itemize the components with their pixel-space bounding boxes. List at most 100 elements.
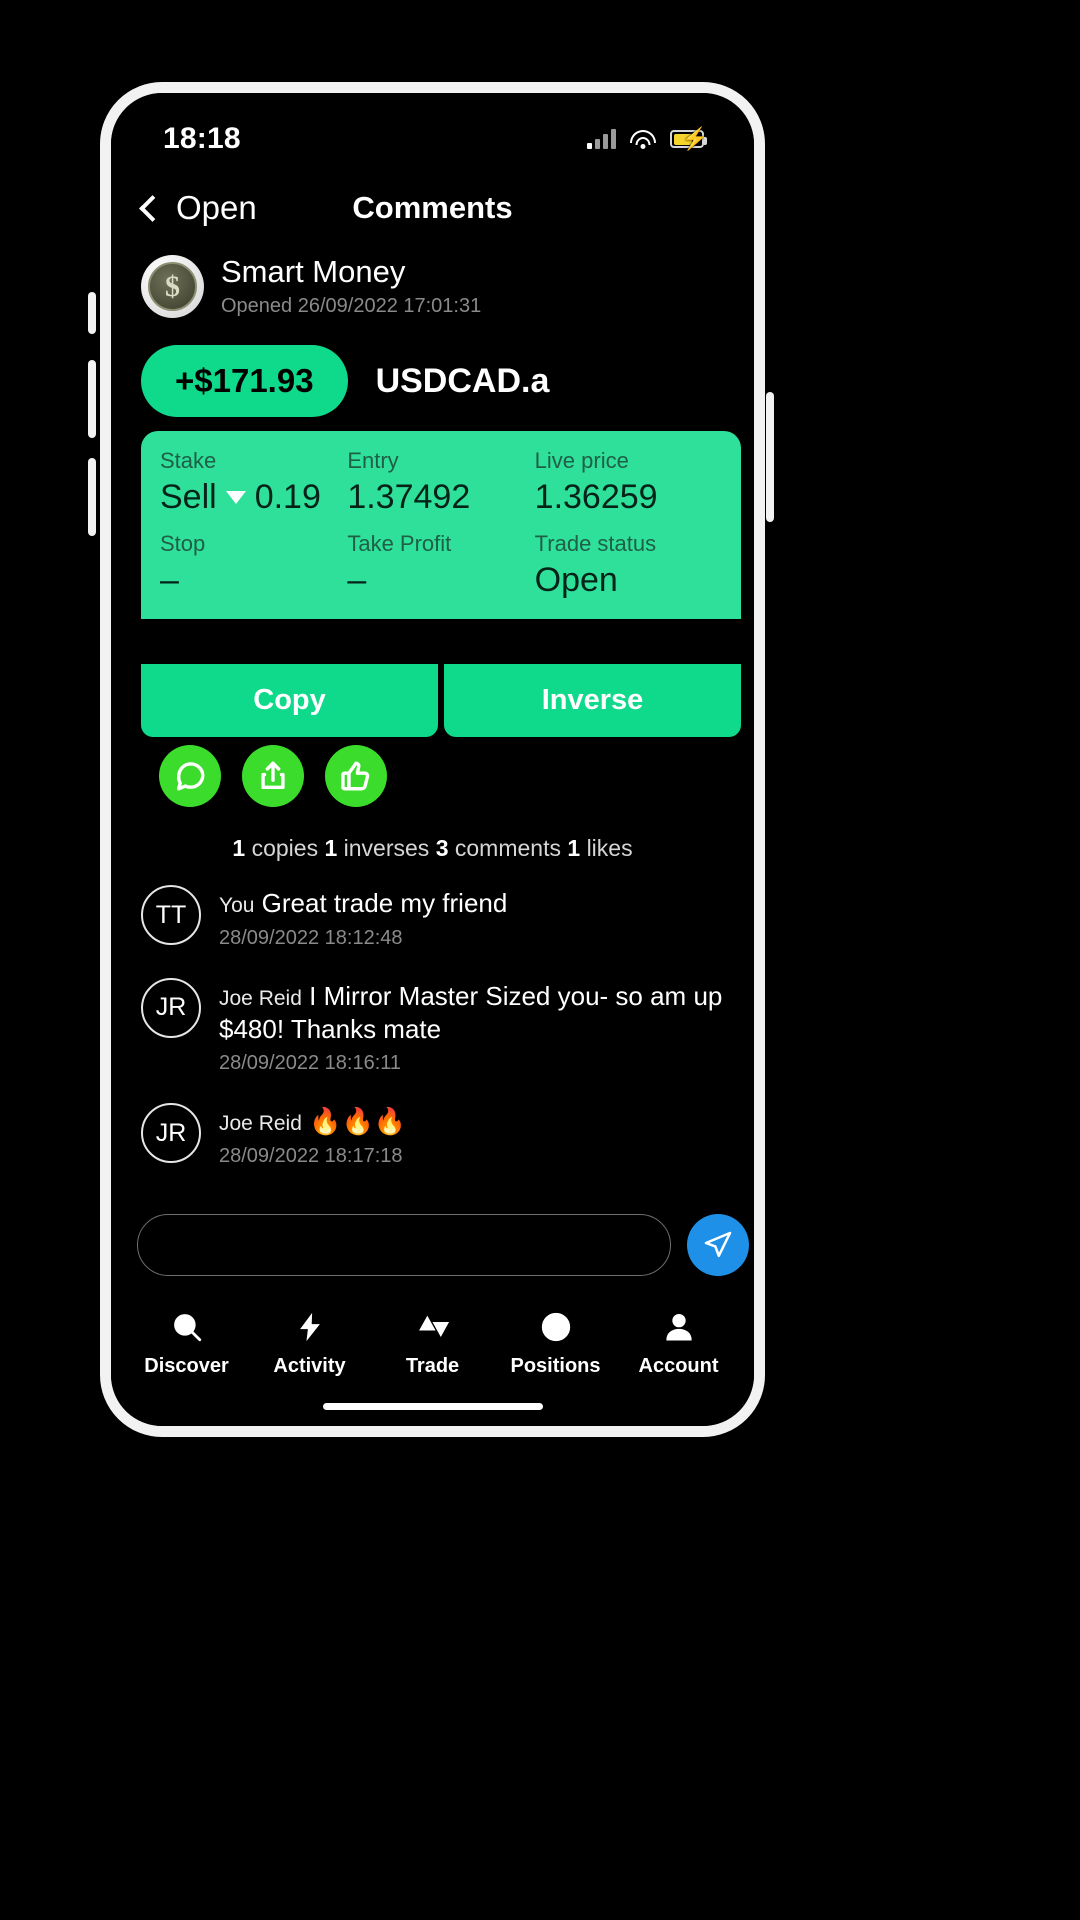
comment-timestamp: 28/09/2022 18:12:48 — [219, 926, 403, 949]
tab-discover[interactable]: Discover — [128, 1309, 246, 1378]
status-icons: ⚡ — [587, 128, 708, 150]
entry-cell: Entry 1.37492 — [347, 448, 534, 517]
comment-item[interactable]: JR Joe Reid 🔥🔥🔥 28/09/2022 18:17:18 — [141, 1103, 741, 1168]
inverses-count: 1 — [324, 835, 338, 861]
reaction-buttons — [159, 745, 387, 807]
like-button[interactable] — [325, 745, 387, 807]
send-paper-plane-icon — [704, 1231, 732, 1258]
bottom-tab-bar: Discover Activity Trade Positions Accoun… — [111, 1309, 754, 1378]
phone-silent-switch[interactable] — [88, 292, 96, 334]
page-title: Comments — [352, 190, 513, 225]
comment-item[interactable]: JR Joe Reid I Mirror Master Sized you- s… — [141, 977, 741, 1076]
trade-status-value: Open — [534, 561, 618, 599]
stake-cell: Stake Sell 0.19 — [160, 448, 347, 517]
person-icon — [662, 1309, 696, 1345]
stake-value: Sell 0.19 — [160, 478, 347, 517]
pnl-badge: +$171.93 — [141, 345, 348, 417]
comment-input[interactable] — [137, 1214, 671, 1276]
direction-down-triangle-icon — [225, 491, 246, 504]
avatar: $ — [141, 255, 204, 318]
trader-name: Smart Money — [221, 254, 406, 290]
comment-timestamp: 28/09/2022 18:17:18 — [219, 1145, 403, 1167]
comments-list: TT You Great trade my friend 28/09/2022 … — [141, 885, 741, 1196]
lightning-bolt-icon — [293, 1309, 327, 1345]
comments-count: 3 — [435, 835, 449, 861]
entry-value: 1.37492 — [347, 478, 471, 516]
stop-cell: Stop – — [160, 531, 347, 600]
live-price-label: Live price — [534, 448, 629, 473]
stake-label: Stake — [160, 448, 217, 473]
tab-label: Trade — [405, 1355, 460, 1377]
take-profit-cell: Take Profit – — [347, 531, 534, 600]
comment-composer — [137, 1214, 749, 1276]
trade-status-cell: Trade status Open — [535, 531, 722, 600]
trade-action-buttons: Copy Inverse — [141, 664, 741, 737]
likes-count: 1 — [567, 835, 581, 861]
stop-value: – — [160, 561, 179, 599]
comment-button[interactable] — [159, 745, 221, 807]
comment-author: You — [219, 894, 255, 917]
home-indicator — [322, 1403, 543, 1410]
comment-item[interactable]: TT You Great trade my friend 28/09/2022 … — [141, 885, 741, 950]
phone-volume-up-button[interactable] — [88, 360, 96, 438]
app-screen: 18:18 ⚡ Open Comments $ Smart Money Open… — [111, 93, 754, 1426]
trader-header[interactable]: $ Smart Money Opened 26/09/2022 17:01:31 — [141, 255, 481, 318]
inverses-label: inverses — [343, 835, 430, 861]
comment-bubble-icon — [176, 762, 205, 791]
avatar: TT — [141, 885, 201, 945]
stake-size: 0.19 — [254, 478, 321, 516]
trade-opened-time: Opened 26/09/2022 17:01:31 — [221, 294, 482, 317]
phone-power-button[interactable] — [766, 392, 774, 522]
take-profit-value: – — [347, 561, 367, 599]
send-button[interactable] — [687, 1214, 749, 1276]
battery-charging-icon: ⚡ — [670, 128, 708, 150]
copies-label: copies — [251, 835, 319, 861]
signal-bars-icon — [587, 129, 616, 149]
trade-status-label: Trade status — [534, 531, 657, 556]
stop-label: Stop — [160, 531, 206, 556]
status-clock: 18:18 — [163, 122, 241, 155]
tab-label: Positions — [510, 1355, 601, 1377]
live-price-value: 1.36259 — [534, 478, 658, 516]
tab-label: Activity — [273, 1355, 346, 1377]
target-dot-icon — [539, 1309, 573, 1345]
copy-button[interactable]: Copy — [141, 664, 438, 737]
engagement-stats: 1 copies 1 inverses 3 comments 1 likes — [111, 835, 754, 862]
tab-trade[interactable]: Trade — [374, 1309, 492, 1378]
comment-text-line: Joe Reid I Mirror Master Sized you- so a… — [219, 980, 741, 1046]
comment-text-line: Joe Reid 🔥🔥🔥 — [219, 1105, 741, 1138]
navigation-bar: Open Comments — [111, 175, 754, 241]
tab-positions[interactable]: Positions — [497, 1309, 615, 1378]
comments-label: comments — [454, 835, 561, 861]
tab-account[interactable]: Account — [620, 1309, 738, 1378]
comment-body: Great trade my friend — [261, 888, 508, 918]
live-price-cell: Live price 1.36259 — [535, 448, 722, 517]
pnl-row: +$171.93 USDCAD.a — [141, 345, 549, 417]
trade-details-card: Stake Sell 0.19 Entry 1.37492 Live price… — [141, 431, 741, 619]
avatar: JR — [141, 977, 201, 1038]
likes-label: likes — [586, 835, 633, 861]
inverse-button[interactable]: Inverse — [444, 664, 741, 737]
thumbs-up-icon — [341, 761, 370, 791]
comment-author: Joe Reid — [219, 986, 302, 1010]
dollar-coin-icon: $ — [148, 262, 197, 311]
phone-volume-down-button[interactable] — [88, 458, 96, 536]
trade-details-row-2: Stop – Take Profit – Trade status Open — [160, 531, 722, 600]
triangles-updown-icon — [416, 1309, 450, 1345]
status-bar: 18:18 ⚡ — [111, 113, 754, 165]
tab-label: Discover — [144, 1355, 229, 1377]
comment-timestamp: 28/09/2022 18:16:11 — [219, 1052, 402, 1075]
instrument-symbol: USDCAD.a — [375, 361, 550, 400]
tab-label: Account — [638, 1355, 719, 1377]
share-upload-icon — [261, 761, 285, 790]
take-profit-label: Take Profit — [347, 531, 452, 556]
copies-count: 1 — [232, 835, 246, 861]
comment-text-line: You Great trade my friend — [219, 887, 741, 920]
tab-activity[interactable]: Activity — [251, 1309, 369, 1378]
search-icon — [170, 1309, 204, 1345]
avatar: JR — [141, 1103, 201, 1164]
share-button[interactable] — [242, 745, 304, 807]
comment-author: Joe Reid — [219, 1112, 302, 1136]
wifi-icon — [630, 129, 656, 149]
entry-label: Entry — [347, 448, 399, 473]
